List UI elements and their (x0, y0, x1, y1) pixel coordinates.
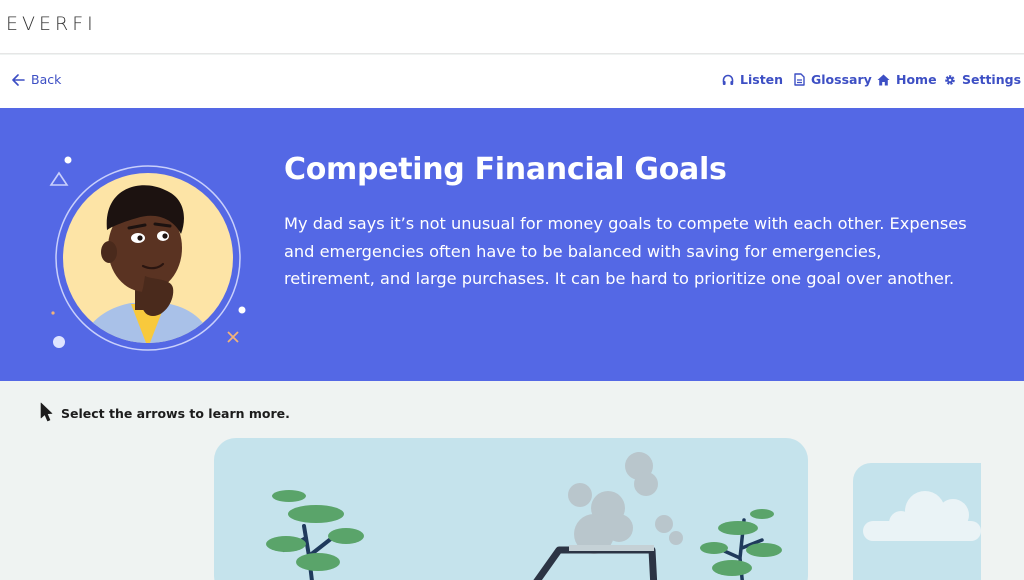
glossary-button[interactable]: Glossary (794, 72, 872, 87)
home-icon (877, 74, 890, 86)
decor-cross (227, 331, 239, 343)
arrow-left-icon (12, 73, 25, 86)
listen-button[interactable]: Listen (722, 72, 783, 87)
car-illustration (533, 546, 658, 580)
tree-right (700, 509, 782, 580)
page-title: Competing Financial Goals (284, 152, 727, 187)
cloud-illustration (863, 491, 981, 541)
instruction-text: Select the arrows to learn more. (61, 406, 290, 421)
hero-description: My dad says it’s not unusual for money g… (284, 214, 967, 288)
decor-dot (238, 306, 246, 314)
everfi-logo: EVERFI (6, 13, 97, 35)
document-icon (794, 73, 805, 86)
tree-left (266, 490, 364, 580)
instruction-hint: Select the arrows to learn more. (40, 402, 290, 425)
home-button[interactable]: Home (877, 72, 937, 87)
smoke-illustration (568, 452, 683, 554)
decor-triangle (49, 171, 69, 186)
cursor-icon (40, 402, 53, 425)
settings-button[interactable]: Settings (944, 72, 1021, 87)
top-header: EVERFI (0, 0, 1024, 54)
headphones-icon (722, 74, 734, 86)
gear-icon (944, 74, 956, 86)
back-label: Back (31, 72, 62, 87)
carousel-card-current[interactable] (214, 438, 808, 580)
decor-dot (53, 336, 65, 348)
glossary-label: Glossary (811, 72, 872, 87)
character-avatar (45, 148, 255, 358)
back-button[interactable]: Back (12, 72, 61, 87)
carousel-card-next[interactable] (853, 463, 981, 580)
listen-label: Listen (740, 72, 784, 87)
decor-dot (64, 156, 72, 164)
decor-dot (51, 311, 55, 315)
settings-label: Settings (962, 72, 1022, 87)
home-label: Home (896, 72, 937, 87)
nav-bar: Back Listen Glossary Home Settings (0, 55, 1024, 108)
